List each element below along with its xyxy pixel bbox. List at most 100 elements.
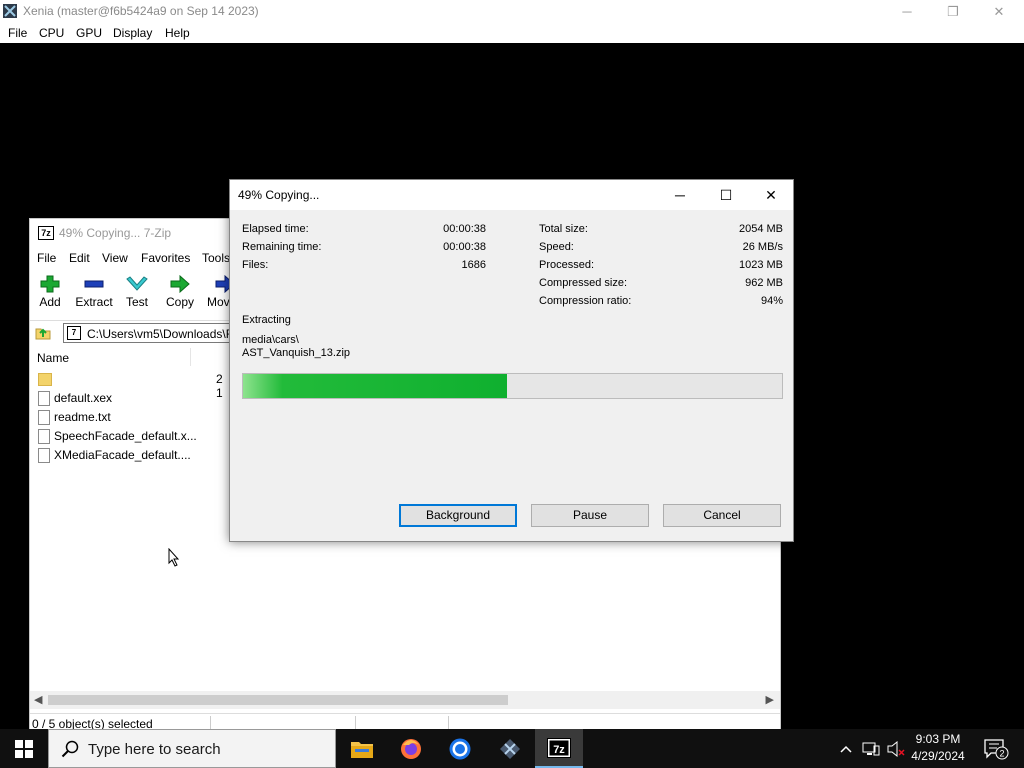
compressed-size-value: 962 MB bbox=[745, 277, 783, 289]
scroll-right-icon[interactable]: ▶ bbox=[766, 693, 774, 706]
plus-icon bbox=[40, 275, 60, 293]
sevenzip-window-title: 49% Copying... 7-Zip bbox=[59, 226, 172, 240]
sevenzip-taskbar-icon: 7z bbox=[547, 737, 571, 758]
pause-button[interactable]: Pause bbox=[531, 504, 649, 527]
show-hidden-icons-icon[interactable] bbox=[838, 729, 854, 768]
mouse-cursor-icon bbox=[168, 548, 180, 567]
current-path-line1: media\cars\ bbox=[242, 334, 299, 346]
firefox-icon bbox=[401, 738, 421, 759]
files-value: 1686 bbox=[461, 259, 486, 271]
search-icon bbox=[61, 740, 79, 758]
list-item[interactable]: 2 1 bbox=[30, 370, 230, 400]
column-separator[interactable] bbox=[190, 348, 191, 366]
dialog-title: 49% Copying... bbox=[238, 188, 320, 202]
windows-logo-icon bbox=[15, 739, 33, 758]
background-button[interactable]: Background bbox=[399, 504, 517, 527]
operation-label: Extracting bbox=[242, 314, 291, 326]
sevenzip-menu-view[interactable]: View bbox=[102, 251, 128, 265]
checkmark-icon bbox=[126, 276, 148, 291]
action-center-button[interactable]: 2 bbox=[978, 729, 1014, 768]
folder-up-icon[interactable] bbox=[35, 324, 51, 340]
sevenzip-logo-icon: 7z bbox=[38, 226, 54, 240]
scrollbar-thumb[interactable] bbox=[48, 695, 508, 705]
taskbar-7zip[interactable]: 7z bbox=[535, 729, 583, 768]
file-name: default.xex bbox=[54, 391, 113, 405]
address-text: C:\Users\vm5\Downloads\F bbox=[87, 327, 233, 341]
list-item[interactable]: SpeechFacade_default.x... bbox=[30, 427, 230, 446]
xenia-restore-button[interactable]: ❐ bbox=[930, 0, 976, 23]
xenia-logo-icon bbox=[3, 4, 17, 18]
sevenzip-small-icon: 7 bbox=[67, 326, 81, 340]
compressed-size-label: Compressed size: bbox=[539, 277, 628, 289]
copy-button[interactable]: Copy bbox=[157, 271, 203, 315]
copy-progress-dialog: 49% Copying... ─ ☐ ✕ Elapsed time: 00:00… bbox=[229, 179, 794, 542]
start-button[interactable] bbox=[0, 729, 48, 768]
chrome-icon bbox=[449, 738, 471, 759]
test-button[interactable]: Test bbox=[114, 271, 160, 315]
add-label: Add bbox=[39, 295, 61, 309]
column-header-name[interactable]: Name bbox=[37, 351, 69, 365]
text-file-icon bbox=[38, 410, 50, 425]
taskbar-file-explorer[interactable] bbox=[338, 729, 386, 768]
address-field[interactable]: 7 C:\Users\vm5\Downloads\F bbox=[63, 323, 233, 343]
search-placeholder: Type here to search bbox=[88, 741, 221, 758]
taskbar: Type here to search 7z 9:03 PM 4/29/2024… bbox=[0, 729, 1024, 768]
extract-button[interactable]: Extract bbox=[71, 271, 117, 315]
dialog-close-button[interactable]: ✕ bbox=[748, 180, 794, 210]
compression-ratio-label: Compression ratio: bbox=[539, 295, 632, 307]
sevenzip-menu-edit[interactable]: Edit bbox=[69, 251, 90, 265]
file-icon bbox=[38, 448, 50, 463]
remaining-time-label: Remaining time: bbox=[242, 241, 322, 253]
xenia-taskbar-icon bbox=[500, 738, 520, 759]
clock-time[interactable]: 9:03 PM bbox=[908, 732, 968, 746]
xenia-menu-cpu[interactable]: CPU bbox=[39, 26, 64, 40]
dialog-minimize-button[interactable]: ─ bbox=[657, 180, 703, 210]
xenia-menu-help[interactable]: Help bbox=[165, 26, 190, 40]
dialog-titlebar: 49% Copying... ─ ☐ ✕ bbox=[230, 180, 793, 210]
notification-count: 2 bbox=[999, 748, 1004, 758]
volume-muted-icon[interactable] bbox=[886, 729, 906, 768]
file-name: SpeechFacade_default.x... bbox=[54, 429, 197, 443]
current-path-line2: AST_Vanquish_13.zip bbox=[242, 347, 351, 359]
copy-label: Copy bbox=[165, 295, 194, 309]
elapsed-time-label: Elapsed time: bbox=[242, 223, 309, 235]
test-label: Test bbox=[125, 295, 148, 309]
speed-label: Speed: bbox=[539, 241, 574, 253]
status-divider bbox=[210, 716, 211, 730]
sevenzip-menu-file[interactable]: File bbox=[37, 251, 56, 265]
clock-date[interactable]: 4/29/2024 bbox=[908, 749, 968, 763]
taskbar-firefox[interactable] bbox=[387, 729, 435, 768]
xenia-menu-file[interactable]: File bbox=[8, 26, 27, 40]
progress-bar bbox=[242, 373, 783, 399]
move-label: Mov bbox=[207, 295, 230, 309]
extract-label: Extract bbox=[75, 295, 113, 309]
cancel-button[interactable]: Cancel bbox=[663, 504, 781, 527]
dialog-maximize-button[interactable]: ☐ bbox=[703, 180, 749, 210]
sevenzip-menu-tools[interactable]: Tools bbox=[202, 251, 230, 265]
taskbar-xenia[interactable] bbox=[486, 729, 534, 768]
move-arrow-icon bbox=[215, 275, 230, 293]
xenia-menu-gpu[interactable]: GPU bbox=[76, 26, 102, 40]
arrow-right-icon bbox=[170, 275, 190, 293]
xenia-minimize-button[interactable]: ─ bbox=[884, 0, 930, 23]
list-item[interactable]: default.xex bbox=[30, 389, 230, 408]
xenia-menu-display[interactable]: Display bbox=[113, 26, 152, 40]
add-button[interactable]: Add bbox=[27, 271, 73, 315]
network-icon[interactable] bbox=[861, 729, 881, 768]
xenia-close-button[interactable]: ✕ bbox=[976, 0, 1022, 23]
compression-ratio-value: 94% bbox=[760, 295, 783, 307]
taskbar-search-box[interactable]: Type here to search bbox=[48, 729, 336, 768]
xenia-window-title: Xenia (master@f6b5424a9 on Sep 14 2023) bbox=[23, 4, 259, 18]
xenia-menubar: File CPU GPU Display Help bbox=[0, 23, 1024, 43]
scroll-left-icon[interactable]: ◀ bbox=[34, 693, 42, 706]
files-label: Files: bbox=[242, 259, 269, 271]
list-item[interactable]: readme.txt bbox=[30, 408, 230, 427]
list-item[interactable]: XMediaFacade_default.... bbox=[30, 446, 230, 465]
speed-value: 26 MB/s bbox=[742, 241, 783, 253]
sevenzip-menu-favorites[interactable]: Favorites bbox=[141, 251, 190, 265]
taskbar-chrome[interactable] bbox=[436, 729, 484, 768]
horizontal-scrollbar[interactable]: ◀ ▶ bbox=[30, 691, 780, 709]
file-name: XMediaFacade_default.... bbox=[54, 448, 191, 462]
move-button[interactable]: Mov bbox=[200, 271, 230, 315]
elapsed-time-value: 00:00:38 bbox=[443, 223, 486, 235]
